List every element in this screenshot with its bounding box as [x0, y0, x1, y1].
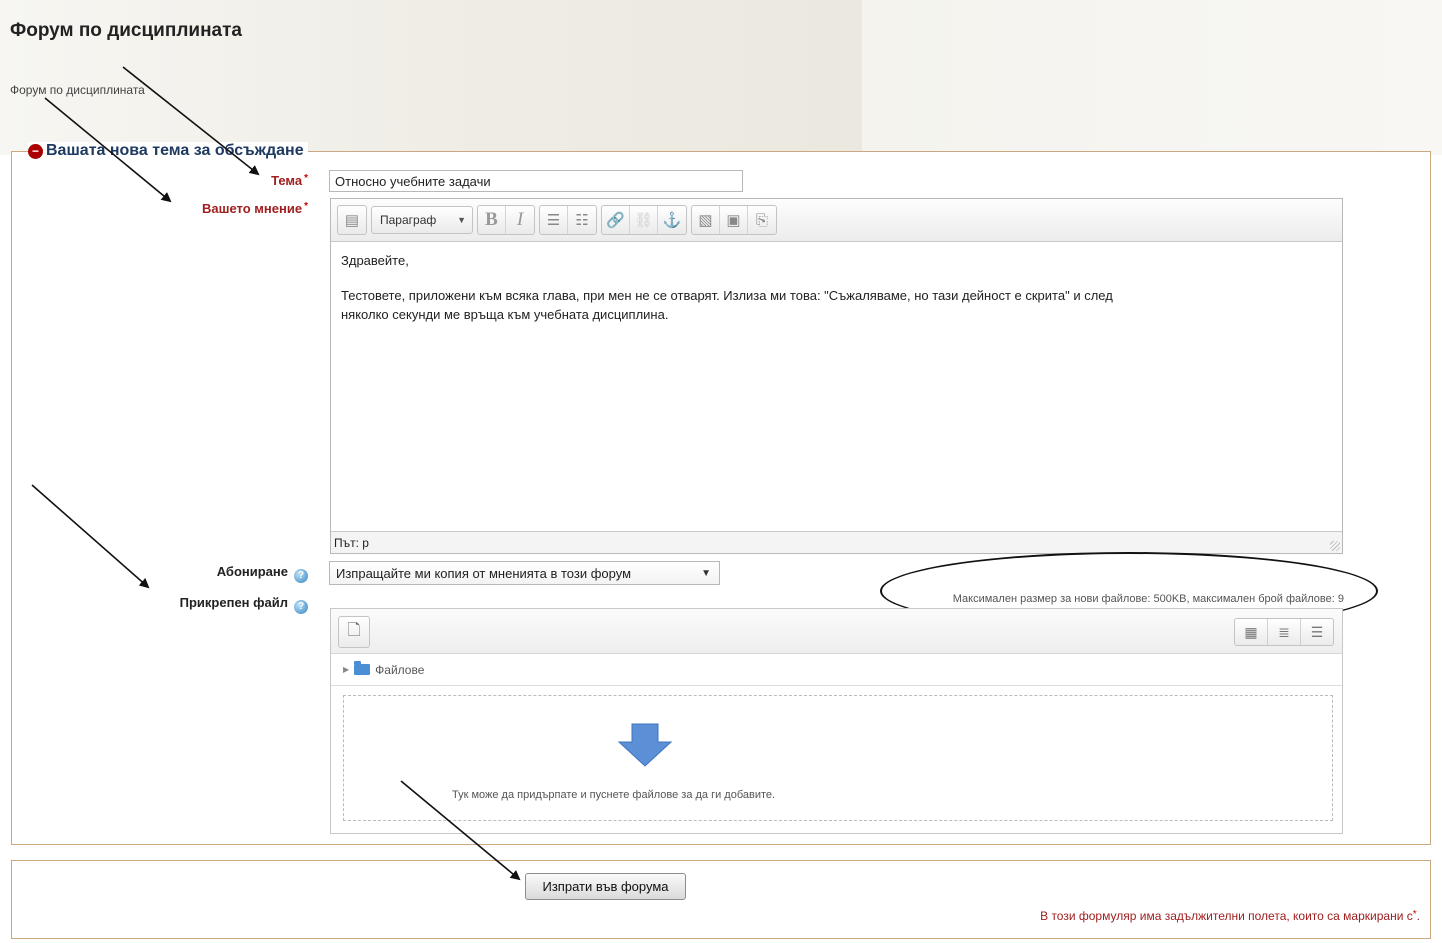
- bold-icon[interactable]: B: [478, 206, 506, 234]
- folder-label[interactable]: Файлове: [375, 663, 424, 677]
- forum-description: Форум по дисциплината: [10, 83, 145, 97]
- editor-toolbar: ▤ Параграф ▼ B I ☰ ☷ 🔗 ⛓ ⚓ ▧ ▣ ⎘: [331, 199, 1342, 242]
- image-icon[interactable]: ▧: [692, 206, 720, 234]
- file-manager-toolbar: 🗋 ▦ ≣ ☰: [331, 609, 1342, 654]
- attachment-label: Прикрепен файл?: [180, 595, 308, 614]
- view-list-icon[interactable]: ≣: [1268, 619, 1301, 645]
- drop-hint: Тук може да придърпате и пуснете файлове…: [452, 789, 776, 801]
- format-select[interactable]: Параграф ▼: [371, 206, 473, 234]
- collapse-icon[interactable]: −: [28, 143, 43, 159]
- numbered-list-icon[interactable]: ☷: [568, 206, 596, 234]
- required-fields-note: В този формуляр има задължителни полета,…: [1040, 909, 1420, 923]
- media-group: ▧ ▣ ⎘: [691, 205, 777, 235]
- unlink-icon[interactable]: ⛓: [630, 206, 658, 234]
- toolbar-toggle-group: ▤: [337, 205, 367, 235]
- format-select-value: Параграф: [380, 213, 437, 227]
- text-style-group: B I: [477, 205, 535, 235]
- file-drop-zone[interactable]: Тук може да придърпате и пуснете файлове…: [343, 695, 1333, 821]
- submit-fieldset: [11, 860, 1431, 939]
- required-star: *: [304, 201, 308, 212]
- subscription-select[interactable]: Изпращайте ми копия от мненията в този ф…: [329, 561, 720, 585]
- message-line: Здравейте,: [341, 253, 409, 268]
- subject-label: Тема *: [271, 173, 308, 188]
- bullet-list-icon[interactable]: ☰: [540, 206, 568, 234]
- editor-status-path: Път: p: [331, 531, 1342, 553]
- folder-icon: [354, 661, 371, 675]
- link-group: 🔗 ⛓ ⚓: [601, 205, 687, 235]
- view-switcher: ▦ ≣ ☰: [1234, 618, 1334, 646]
- header-background-right: [862, 0, 1442, 155]
- italic-icon[interactable]: I: [506, 206, 534, 234]
- media-icon[interactable]: ▣: [720, 206, 748, 234]
- add-file-icon[interactable]: 🗋: [338, 616, 370, 648]
- subject-label-text: Тема: [271, 173, 303, 188]
- view-icons-icon[interactable]: ▦: [1235, 619, 1268, 645]
- subscription-label: Абониране?: [217, 564, 308, 583]
- required-star: *: [304, 173, 308, 184]
- required-note-end: .: [1416, 909, 1420, 923]
- attachment-label-text: Прикрепен файл: [179, 595, 288, 610]
- subscription-label-text: Абониране: [216, 564, 288, 579]
- file-path-bar: ▶ Файлове: [331, 654, 1342, 686]
- chevron-down-icon: ▼: [701, 567, 711, 579]
- arrow-down-icon: [617, 723, 673, 767]
- paste-icon[interactable]: ⎘: [748, 206, 776, 234]
- page-title: Форум по дисциплината: [10, 20, 242, 41]
- list-group: ☰ ☷: [539, 205, 597, 235]
- toolbar-toggle-icon[interactable]: ▤: [338, 206, 366, 234]
- required-note-text: В този формуляр има задължителни полета,…: [1040, 909, 1413, 923]
- message-textarea[interactable]: Здравейте, Тестовете, приложени към всяк…: [331, 242, 1342, 532]
- link-icon[interactable]: 🔗: [602, 206, 630, 234]
- message-line: Тестовете, приложени към всяка глава, пр…: [341, 288, 1113, 322]
- file-manager: 🗋 ▦ ≣ ☰ ▶ Файлове Тук може да придърпате…: [330, 608, 1343, 834]
- fieldset-legend[interactable]: − Вашата нова тема за обсъждане: [28, 142, 308, 160]
- chevron-down-icon: ▼: [457, 215, 466, 225]
- help-icon[interactable]: ?: [294, 569, 308, 583]
- subject-input[interactable]: [329, 170, 743, 192]
- message-label: Вашето мнение *: [202, 201, 308, 216]
- anchor-icon[interactable]: ⚓: [658, 206, 686, 234]
- submit-button[interactable]: Изпрати във форума: [525, 873, 686, 900]
- message-editor: ▤ Параграф ▼ B I ☰ ☷ 🔗 ⛓ ⚓ ▧ ▣ ⎘ Здравей…: [330, 198, 1343, 554]
- resize-handle-icon[interactable]: [1330, 541, 1340, 551]
- view-tree-icon[interactable]: ☰: [1301, 619, 1333, 645]
- status-path-text: Път: p: [334, 536, 369, 550]
- legend-text: Вашата нова тема за обсъждане: [46, 142, 304, 159]
- help-icon[interactable]: ?: [294, 600, 308, 614]
- message-label-text: Вашето мнение: [202, 201, 303, 216]
- expand-icon[interactable]: ▶: [343, 665, 349, 674]
- subscription-selected: Изпращайте ми копия от мненията в този ф…: [336, 565, 632, 581]
